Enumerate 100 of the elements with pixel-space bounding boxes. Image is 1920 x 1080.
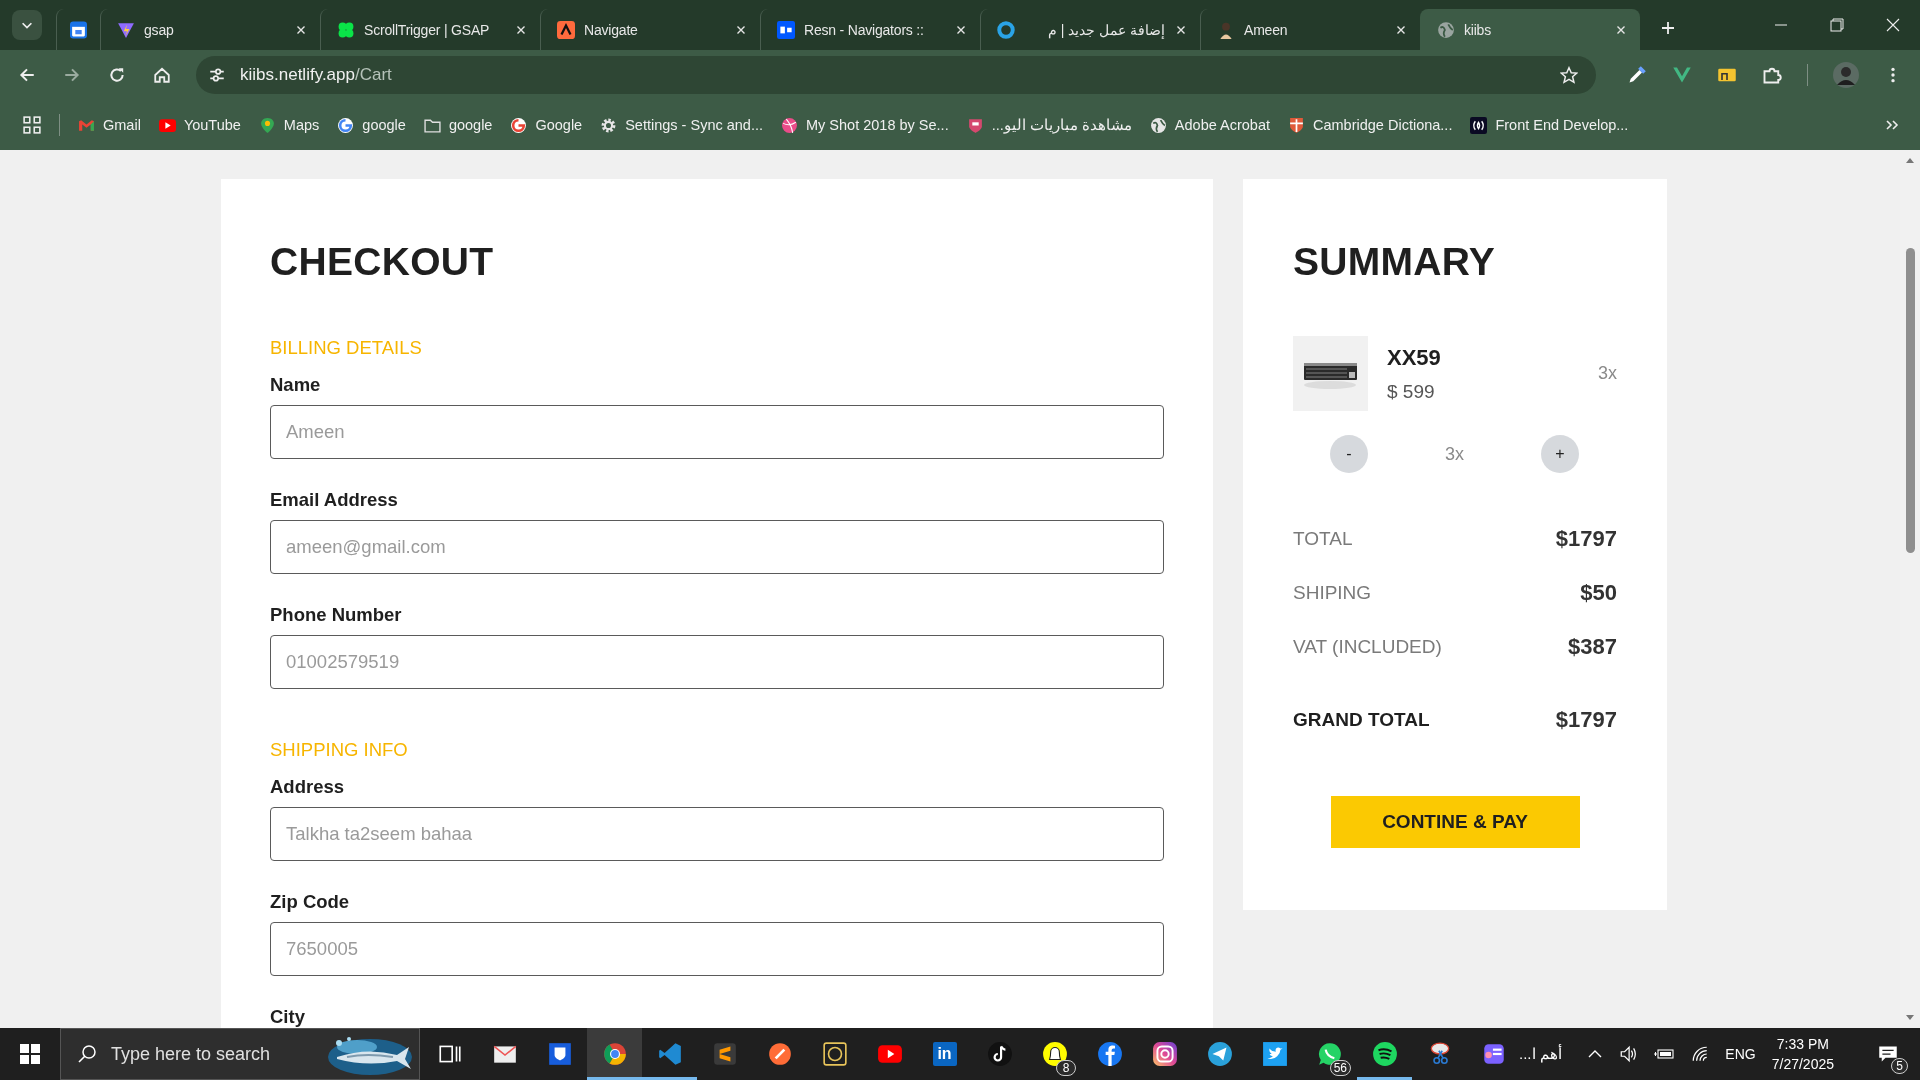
language-indicator[interactable]: ENG [1725, 1046, 1756, 1062]
input-field[interactable]: ameen@gmail.com [270, 520, 1164, 574]
bookmark[interactable]: Adobe Acrobat [1149, 116, 1270, 134]
browser-icon [601, 1041, 628, 1067]
count-badge: 5 [1891, 1058, 1908, 1074]
bookmark[interactable]: Google [510, 116, 583, 134]
circle-logo-icon [1096, 1041, 1123, 1067]
profile-avatar[interactable] [1833, 62, 1859, 88]
forward-icon[interactable] [63, 66, 81, 84]
scrollbar-thumb[interactable] [1905, 248, 1915, 553]
eyedropper-icon[interactable] [1627, 65, 1647, 85]
search-icon [77, 1044, 97, 1064]
taskbar-button[interactable]: 56 [1302, 1028, 1357, 1080]
ball-icon [781, 116, 798, 134]
bookmark[interactable]: google [337, 116, 406, 134]
back-icon[interactable] [18, 66, 36, 84]
bolt-icon [117, 20, 135, 39]
total-value: $50 [1580, 580, 1617, 606]
bookmark[interactable]: مشاهدة مباريات اليو... [966, 116, 1132, 134]
summary-title: SUMMARY [1293, 239, 1497, 285]
pin-icon [258, 116, 276, 134]
section-heading: BILLING DETAILS [270, 337, 423, 359]
close-icon[interactable] [1886, 18, 1900, 32]
browser-tab[interactable]: kiibs [1420, 9, 1640, 50]
gear-icon [600, 116, 618, 134]
ribbon-icon [656, 1041, 683, 1067]
quantity-text: 3x [1598, 363, 1617, 384]
quantity-text: 3x [1445, 443, 1464, 465]
search-field[interactable]: Type here to search [60, 1028, 420, 1080]
total-label: GRAND TOTAL [1293, 709, 1430, 731]
input-field[interactable]: 01002579519 [270, 635, 1164, 689]
speaker-icon[interactable] [1619, 1045, 1638, 1063]
bookmark[interactable]: Cambridge Dictiona... [1288, 116, 1453, 134]
bookmark[interactable]: My Shot 2018 by Se... [781, 116, 949, 134]
address-field[interactable]: kiibs.netlify.app/Cart [196, 56, 1596, 94]
note-icon [986, 1041, 1013, 1067]
field-label: Email Address [270, 489, 399, 511]
home-icon[interactable] [153, 66, 171, 84]
camera-icon [1151, 1041, 1178, 1067]
field-label: Address [270, 776, 346, 798]
logo-icon [777, 20, 795, 39]
field-label: Phone Number [270, 604, 403, 626]
bookmark[interactable]: YouTube [158, 116, 241, 134]
new-tab-icon[interactable] [1660, 20, 1676, 36]
notifications-button[interactable]: 5 [1868, 1034, 1908, 1074]
sound-waves-icon [1371, 1041, 1398, 1067]
bookmark[interactable]: Maps [258, 116, 320, 134]
clock[interactable]: 7:33 PM 7/27/2025 [1771, 1036, 1834, 1072]
bookmark[interactable]: Gmail [78, 116, 141, 134]
app-icon [1481, 1041, 1507, 1067]
v-logo-icon[interactable] [1672, 65, 1692, 85]
windows-logo-icon[interactable] [20, 1044, 40, 1064]
globe-icon [1149, 116, 1167, 134]
g-logo-icon [337, 116, 355, 134]
total-value: $1797 [1555, 707, 1617, 733]
logo-icon [557, 20, 575, 39]
total-label: SHIPING [1293, 582, 1372, 604]
scroll-down-icon[interactable] [1905, 1014, 1915, 1022]
bookmark[interactable]: Front End Develop... [1470, 116, 1629, 134]
site-settings-icon[interactable] [208, 66, 226, 84]
taskbar-button[interactable]: أهم ا... [1467, 1028, 1570, 1080]
wifi-icon[interactable] [1691, 1045, 1710, 1063]
decrease-button[interactable]: - [1330, 435, 1368, 473]
taskbar-button[interactable]: 8 [1027, 1028, 1082, 1080]
count-badge: 8 [1056, 1060, 1076, 1076]
bookmark[interactable]: google [423, 116, 493, 134]
count-badge: 56 [1329, 1060, 1351, 1076]
input-field[interactable]: Talkha ta2seem bahaa [270, 807, 1164, 861]
circle-icon [766, 1041, 793, 1067]
field-label: City [270, 1006, 306, 1028]
shield-icon [966, 116, 984, 134]
product-name: XX59 [1387, 344, 1442, 371]
tab-search-button[interactable] [12, 10, 42, 40]
star-icon[interactable] [1560, 66, 1578, 84]
input-field[interactable]: 7650005 [270, 922, 1164, 976]
increase-button[interactable]: + [1541, 435, 1579, 473]
taskbar-button[interactable]: in [917, 1028, 972, 1080]
speech-bubble-icon [1878, 1044, 1898, 1064]
badge-icon [821, 1041, 848, 1067]
bird-icon [1261, 1041, 1288, 1067]
total-value: $387 [1568, 634, 1617, 660]
input-field[interactable]: Ameen [270, 405, 1164, 459]
field-label: Name [270, 374, 322, 396]
folder-icon [423, 116, 441, 134]
field-label: Zip Code [270, 891, 351, 913]
bookmark[interactable]: Settings - Sync and... [600, 116, 763, 134]
globe-icon [1437, 20, 1455, 39]
taskbar-button[interactable] [587, 1028, 642, 1080]
section-heading: SHIPPING INFO [270, 739, 409, 761]
restore-icon[interactable] [1830, 18, 1844, 32]
page-title: CHECKOUT [270, 239, 495, 285]
product-price: $ 599 [1387, 380, 1436, 403]
puzzle-icon[interactable] [1762, 65, 1782, 85]
apps-icon[interactable] [23, 116, 41, 134]
pay-button[interactable]: CONTINE & PAY [1330, 796, 1580, 848]
total-value: $1797 [1555, 526, 1617, 552]
scroll-up-icon[interactable] [1905, 156, 1915, 164]
reload-icon[interactable] [108, 66, 126, 84]
calendar-icon [70, 20, 87, 39]
clover-icon [337, 20, 355, 39]
